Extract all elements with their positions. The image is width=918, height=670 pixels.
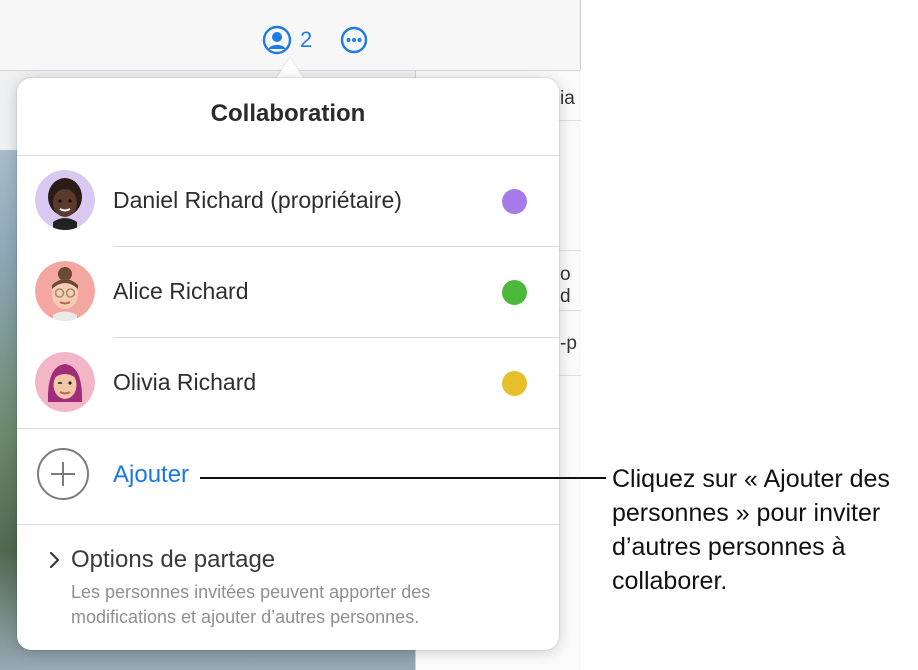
- plus-circle-icon: [37, 448, 89, 500]
- collaborator-count: 2: [300, 27, 313, 52]
- collaborator-name: Alice Richard: [113, 278, 249, 304]
- collaborator-color-dot: [502, 371, 527, 396]
- collaboration-button[interactable]: 2: [262, 24, 312, 56]
- memoji-avatar-icon: [35, 261, 95, 321]
- collaborator-row[interactable]: Daniel Richard (propriétaire): [17, 156, 559, 246]
- background-text-fragment: o d: [560, 264, 571, 307]
- more-options-button[interactable]: [340, 26, 368, 59]
- chevron-right-icon: [49, 550, 61, 576]
- add-people-label: Ajouter: [113, 461, 190, 488]
- background-text-fragment: -p: [560, 333, 577, 354]
- popover-title: Collaboration: [210, 100, 366, 127]
- collaborator-name: Olivia Richard: [113, 369, 257, 395]
- callout-text: Cliquez sur « Ajouter des personnes » po…: [612, 465, 890, 595]
- share-options-row[interactable]: Options de partage Les personnes invitée…: [17, 524, 559, 644]
- collaborator-color-dot: [502, 189, 527, 214]
- collaborator-row[interactable]: Olivia Richard: [17, 338, 559, 428]
- collaboration-popover: Collaboration Daniel Richard (propriétai…: [17, 78, 559, 650]
- collaborator-name: Daniel Richard (propriétaire): [113, 187, 402, 213]
- person-circle-icon: [262, 25, 292, 55]
- popover-arrow: [276, 58, 304, 79]
- memoji-avatar-icon: [35, 352, 95, 412]
- memoji-avatar-icon: [35, 170, 95, 230]
- share-options-description: Les personnes invitées peuvent apporter …: [71, 582, 431, 627]
- collaborator-color-dot: [502, 280, 527, 305]
- collaborator-row[interactable]: Alice Richard: [17, 247, 559, 337]
- ellipsis-circle-icon: [340, 26, 368, 54]
- callout-line: [200, 477, 606, 479]
- background-text-fragment: ia: [560, 88, 575, 109]
- add-people-button[interactable]: Ajouter: [17, 428, 559, 524]
- share-options-title: Options de partage: [71, 546, 276, 573]
